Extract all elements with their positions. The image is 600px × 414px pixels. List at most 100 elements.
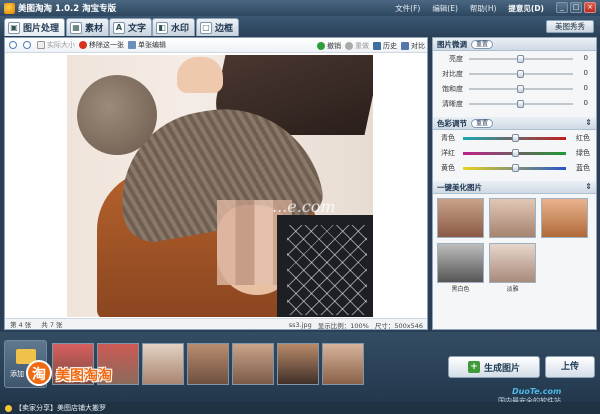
sharpness-knob[interactable] [517,100,524,108]
close-button[interactable]: × [584,2,596,13]
yellow-blue-slider-row: 黄色 蓝色 [433,160,596,175]
image-adjust-title: 图片微调 [437,39,467,49]
yellow-blue-knob[interactable] [512,164,519,172]
border-icon: ▢ [200,21,212,34]
brightness-slider-row: 亮度 0 [433,51,596,66]
image-adjust-reset-button[interactable]: 重置 [471,39,494,49]
remove-image-button[interactable]: 移除这一张 [79,40,124,50]
photo-preview[interactable]: ...e.com [67,55,373,317]
text-icon: A [113,21,125,34]
canvas-area[interactable]: ...e.com [5,54,427,318]
film-thumb[interactable] [142,343,184,385]
film-thumb[interactable] [232,343,274,385]
editor-panel: 实际大小 移除这一张 单张编辑 撤销 重做 历史 对比 ...e.com 第 4… [4,37,428,330]
zoom-out-button[interactable] [23,41,33,49]
title-bar: 美图淘淘 1.0.2 淘宝专版 文件(F) 编辑(E) 帮助(H) 提意见(D)… [0,0,600,16]
slider-value: 0 [583,84,588,92]
history-button[interactable]: 历史 [373,41,397,51]
upload-button[interactable]: 上传 [545,356,595,378]
bottom-status-bar: 【卖家分享】美图店铺大搬罗 [0,402,600,414]
color-left-label: 黄色 [441,164,455,172]
menu-edit[interactable]: 编辑(E) [432,3,458,14]
slider-value: 0 [583,99,588,107]
window-controls: _ □ × [554,2,596,13]
tab-material[interactable]: ▦ 素材 [66,18,110,36]
presets-title: 一键美化图片 [437,182,482,192]
color-right-label: 绿色 [576,149,590,157]
actual-size-label: 实际大小 [47,41,75,49]
tab-border[interactable]: ▢ 边框 [196,18,240,36]
remove-label: 移除这一张 [89,41,124,49]
tab-text[interactable]: A 文字 [109,18,153,36]
redo-icon [345,41,353,50]
tab-label: 边框 [215,24,234,34]
collapse-icon[interactable]: ⇕ [585,118,592,127]
saturation-slider-row: 饱和度 0 [433,81,596,96]
preset-grid: 黑白色 淡雅 [433,194,596,297]
remove-icon [79,41,87,49]
preset-thumb[interactable]: 黑白色 [437,243,484,293]
expand-icon[interactable]: ⇕ [585,182,592,191]
site-watermark: DuoTe.com [512,387,562,396]
menu-help[interactable]: 帮助(H) [470,3,497,14]
tab-image-processing[interactable]: ▣ 图片处理 [4,18,66,36]
menu-file[interactable]: 文件(F) [395,3,420,14]
film-thumb[interactable] [277,343,319,385]
preset-thumb[interactable]: 淡雅 [489,243,536,293]
generate-image-button[interactable]: + 生成图片 [448,356,540,378]
minimize-button[interactable]: _ [556,2,568,13]
actual-size-button[interactable]: 实际大小 [37,40,75,50]
taotao-logo-icon: 淘 [26,360,52,386]
film-thumb[interactable] [322,343,364,385]
history-label: 历史 [383,41,397,50]
tab-label: 文字 [128,24,147,34]
undo-button[interactable]: 撤销 [317,41,341,51]
slider-label: 对比度 [442,69,463,78]
history-icon [373,41,381,50]
history-tools: 撤销 重做 历史 对比 [313,38,425,53]
seller-share-link[interactable]: 【卖家分享】美图店铺大搬罗 [15,403,106,413]
redo-label: 重做 [355,41,369,50]
zoom-in-icon [9,41,17,49]
preset-thumb[interactable] [437,198,484,239]
magenta-green-slider-row: 洋红 绿色 [433,145,596,160]
preset-thumb[interactable] [489,198,536,239]
single-edit-icon [128,41,136,49]
tab-label: 水印 [171,24,190,34]
contrast-knob[interactable] [517,70,524,78]
preset-image [489,198,536,238]
preset-label: 淡雅 [506,286,519,293]
preset-image [437,243,484,283]
preset-image [437,198,484,238]
brightness-knob[interactable] [517,55,524,63]
zoom-in-button[interactable] [9,41,19,49]
compare-button[interactable]: 对比 [401,41,425,51]
preset-thumb[interactable] [541,198,588,239]
cyan-red-knob[interactable] [512,134,519,142]
compare-icon [401,41,409,50]
magenta-green-knob[interactable] [512,149,519,157]
color-left-label: 青色 [441,134,455,142]
taotao-logo-text: 美图淘淘 [56,368,112,384]
menu-feedback[interactable]: 提意见(D) [508,3,544,14]
open-meitu-xiuxiu-button[interactable]: 美图秀秀 [546,20,594,33]
tab-bar: ▣ 图片处理 ▦ 素材 A 文字 ◧ 水印 ▢ 边框 美图秀秀 [0,16,600,36]
tab-label: 图片处理 [23,24,60,34]
slider-value: 0 [583,69,588,77]
presets-header: 一键美化图片 ⇕ [433,181,596,194]
tab-watermark[interactable]: ◧ 水印 [152,18,196,36]
slider-label: 饱和度 [442,84,463,93]
adjust-slider-list: 亮度 0 对比度 0 饱和度 0 清晰度 0 [433,51,596,111]
color-adjust-reset-button[interactable]: 重置 [471,118,494,128]
film-thumb[interactable] [187,343,229,385]
single-edit-button[interactable]: 单张编辑 [128,40,166,50]
undo-label: 撤销 [327,41,341,50]
slider-value: 0 [583,54,588,62]
color-adjust-title: 色彩调节 [437,118,467,128]
image-info: ss3.jpg 显示比例：100% 尺寸：500x546 [283,319,423,330]
file-name: ss3.jpg [288,320,312,329]
compare-label: 对比 [411,41,425,50]
saturation-knob[interactable] [517,85,524,93]
maximize-button[interactable]: □ [570,2,582,13]
redo-button[interactable]: 重做 [345,41,369,51]
